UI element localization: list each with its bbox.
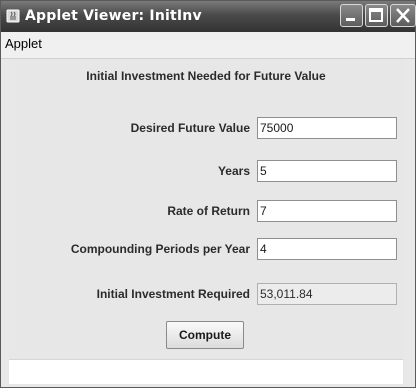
- applet-panel: Initial Investment Needed for Future Val…: [9, 59, 403, 359]
- label-rate-of-return: Rate of Return: [167, 204, 250, 218]
- applet-viewer-window: Applet Viewer: InitInv Applet Initial In…: [0, 0, 416, 388]
- label-desired-future-value: Desired Future Value: [130, 121, 250, 135]
- maximize-button[interactable]: [365, 4, 388, 27]
- menu-applet[interactable]: Applet: [5, 36, 42, 51]
- menu-bar: Applet: [1, 32, 415, 59]
- form-heading: Initial Investment Needed for Future Val…: [86, 69, 326, 83]
- label-years: Years: [217, 164, 250, 178]
- minimize-button[interactable]: [340, 4, 363, 27]
- close-icon: [396, 8, 410, 23]
- window-title: Applet Viewer: InitInv: [25, 8, 202, 24]
- label-compounding-periods: Compounding Periods per Year: [70, 242, 250, 256]
- initial-investment-output: 53,011.84: [257, 283, 397, 305]
- minimize-icon: [346, 18, 355, 21]
- maximize-icon: [369, 8, 383, 22]
- compounding-periods-input[interactable]: 4: [257, 238, 397, 260]
- rate-of-return-input[interactable]: 7: [257, 200, 397, 222]
- years-input[interactable]: 5: [257, 160, 397, 182]
- label-initial-investment: Initial Investment Required: [96, 287, 250, 301]
- title-bar[interactable]: Applet Viewer: InitInv: [1, 1, 416, 32]
- close-button[interactable]: [390, 4, 416, 27]
- compute-button[interactable]: Compute: [166, 321, 244, 349]
- java-icon: [6, 9, 20, 23]
- applet-status-area: [9, 359, 403, 384]
- desired-future-value-input[interactable]: 75000: [257, 117, 397, 139]
